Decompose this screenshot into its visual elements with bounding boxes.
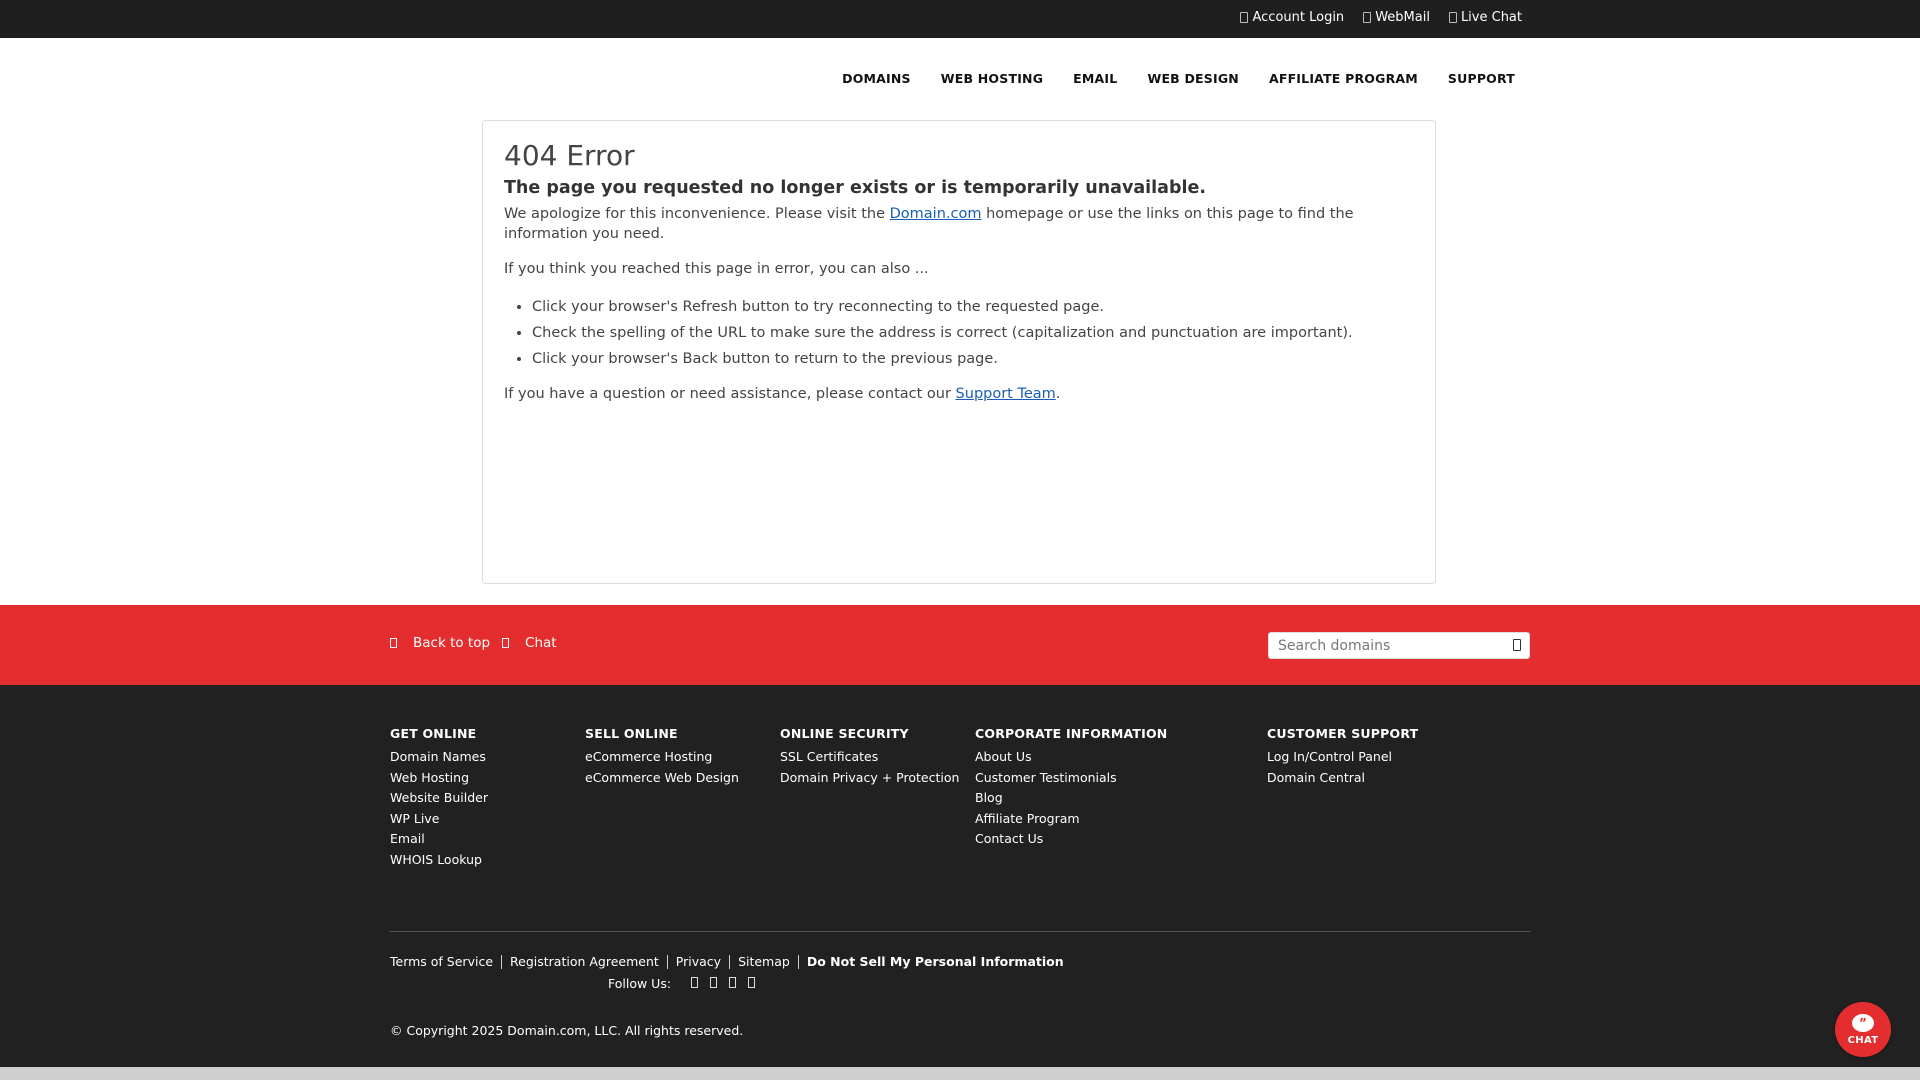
sitemap-link[interactable]: Sitemap: [729, 955, 798, 969]
footer-divider: [390, 931, 1530, 932]
chat-link[interactable]: Chat: [502, 635, 557, 651]
social-icons: [683, 976, 756, 991]
chat-label: Chat: [525, 635, 557, 651]
instagram-icon[interactable]: [748, 977, 756, 988]
nav-item-affiliate-program[interactable]: AFFILIATE PROGRAM: [1269, 71, 1418, 86]
back-to-top-link[interactable]: Back to top: [390, 635, 490, 651]
footer-link-whois-lookup[interactable]: WHOIS Lookup: [390, 850, 650, 871]
error-subtitle: The page you requested no longer exists …: [504, 178, 1207, 198]
webmail-link[interactable]: WebMail: [1363, 10, 1430, 25]
domain-search-box: [1268, 632, 1530, 659]
domain-search-input[interactable]: [1269, 633, 1497, 658]
apology-text-start: We apologize for this inconvenience. Ple…: [504, 206, 890, 222]
do-not-sell-link[interactable]: Do Not Sell My Personal Information: [797, 955, 1072, 969]
utility-links: Account Login WebMail Live Chat: [1240, 10, 1522, 25]
nav-item-domains[interactable]: DOMAINS: [842, 71, 911, 86]
social-follow: Follow Us:: [608, 976, 756, 991]
bottom-strip: [0, 1067, 1920, 1080]
arrow-up-icon: [390, 638, 397, 648]
quick-links: Back to top Chat: [390, 635, 557, 651]
footer-link-about-us[interactable]: About Us: [975, 747, 1235, 768]
list-item: Click your browser's Refresh button to t…: [532, 294, 1414, 320]
domain-home-link[interactable]: Domain.com: [890, 206, 982, 222]
site-footer: GET ONLINE Domain Names Web Hosting Webs…: [0, 685, 1920, 1067]
footer-column-corporate-information: CORPORATE INFORMATION About Us Customer …: [975, 726, 1235, 850]
terms-of-service-link[interactable]: Terms of Service: [390, 955, 501, 969]
chat-icon: [502, 638, 510, 648]
footer-link-blog[interactable]: Blog: [975, 788, 1235, 809]
back-to-top-label: Back to top: [413, 635, 491, 651]
legal-links: Terms of Service Registration Agreement …: [390, 955, 1072, 969]
facebook-icon[interactable]: [691, 977, 699, 988]
suggestion-list: Click your browser's Refresh button to t…: [532, 294, 1414, 372]
footer-link-website-builder[interactable]: Website Builder: [390, 788, 650, 809]
footer-link-email[interactable]: Email: [390, 829, 650, 850]
privacy-link[interactable]: Privacy: [666, 955, 729, 969]
main-navigation: DOMAINS WEB HOSTING EMAIL WEB DESIGN AFF…: [0, 38, 1920, 120]
top-utility-bar: Account Login WebMail Live Chat: [0, 0, 1920, 38]
footer-column-customer-support: CUSTOMER SUPPORT Log In/Control Panel Do…: [1267, 726, 1527, 788]
nav-menu: DOMAINS WEB HOSTING EMAIL WEB DESIGN AFF…: [842, 71, 1515, 86]
account-login-link[interactable]: Account Login: [1240, 10, 1344, 25]
nav-item-web-hosting[interactable]: WEB HOSTING: [941, 71, 1043, 86]
footer-action-bar: Back to top Chat: [0, 605, 1920, 685]
footer-column-heading: CORPORATE INFORMATION: [975, 726, 1168, 741]
webmail-label: WebMail: [1375, 10, 1430, 25]
nav-item-web-design[interactable]: WEB DESIGN: [1147, 71, 1239, 86]
live-chat-link[interactable]: Live Chat: [1448, 10, 1522, 25]
error-hint-paragraph: If you think you reached this page in er…: [504, 261, 929, 277]
footer-link-domain-central[interactable]: Domain Central: [1267, 768, 1527, 789]
footer-link-login-control-panel[interactable]: Log In/Control Panel: [1267, 747, 1527, 768]
nav-item-support[interactable]: SUPPORT: [1448, 71, 1515, 86]
chat-widget-button[interactable]: ” CHAT: [1835, 1002, 1891, 1057]
footer-link-contact-us[interactable]: Contact Us: [975, 829, 1235, 850]
linkedin-icon[interactable]: [729, 977, 737, 988]
footer-column-heading: CUSTOMER SUPPORT: [1267, 726, 1419, 741]
account-login-label: Account Login: [1252, 10, 1345, 25]
copyright-text: © Copyright 2025 Domain.com, LLC. All ri…: [390, 1023, 744, 1038]
footer-link-affiliate-program[interactable]: Affiliate Program: [975, 809, 1235, 830]
support-team-link[interactable]: Support Team: [956, 386, 1056, 402]
support-text-end: .: [1055, 386, 1061, 402]
page-title: 404 Error: [504, 139, 635, 172]
list-item: Click your browser's Back button to retu…: [532, 346, 1414, 372]
follow-us-label: Follow Us:: [608, 976, 672, 991]
chat-widget-label: CHAT: [1847, 1034, 1879, 1046]
chat-icon: [1448, 12, 1457, 23]
twitter-icon[interactable]: [710, 977, 718, 988]
support-paragraph: If you have a question or need assistanc…: [504, 384, 1414, 404]
registration-agreement-link[interactable]: Registration Agreement: [501, 955, 667, 969]
nav-item-email[interactable]: EMAIL: [1073, 71, 1117, 86]
list-item: Check the spelling of the URL to make su…: [532, 320, 1414, 346]
search-icon[interactable]: [1513, 639, 1521, 651]
support-text-start: If you have a question or need assistanc…: [504, 386, 956, 402]
chat-bubble-icon: ”: [1852, 1013, 1874, 1032]
apology-paragraph: We apologize for this inconvenience. Ple…: [504, 204, 1414, 244]
mail-icon: [1363, 12, 1372, 23]
live-chat-label: Live Chat: [1460, 10, 1522, 25]
footer-link-wp-live[interactable]: WP Live: [390, 809, 650, 830]
user-icon: [1240, 12, 1249, 23]
footer-link-customer-testimonials[interactable]: Customer Testimonials: [975, 768, 1235, 789]
error-card: 404 Error The page you requested no long…: [482, 120, 1436, 584]
